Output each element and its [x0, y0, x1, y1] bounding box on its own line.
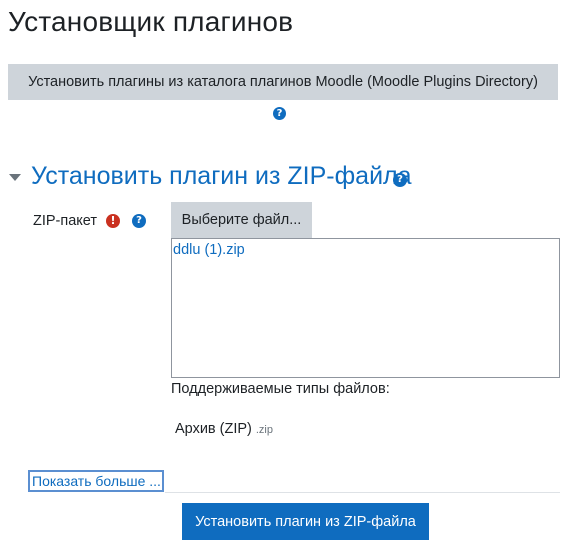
exclamation-circle-icon: ! — [106, 214, 120, 228]
choose-file-label: Выберите файл... — [181, 212, 302, 228]
accepted-type-name: Архив (ZIP) — [175, 421, 252, 437]
section-title-zip[interactable]: Установить плагин из ZIP-файла — [31, 162, 412, 191]
divider — [165, 492, 560, 493]
zip-package-label: ZIP-пакет — [33, 213, 98, 229]
file-drop-area[interactable] — [171, 238, 560, 378]
install-zip-submit-button[interactable]: Установить плагин из ZIP-файла — [182, 503, 429, 540]
choose-file-button[interactable]: Выберите файл... — [171, 202, 312, 238]
question-circle-icon[interactable]: ? — [393, 173, 407, 187]
accepted-types-label: Поддерживаемые типы файлов: — [171, 381, 390, 397]
accepted-type-extension: .zip — [255, 424, 273, 436]
page-title: Установщик плагинов — [8, 6, 294, 37]
question-circle-icon[interactable]: ? — [132, 214, 146, 228]
install-from-directory-label: Установить плагины из каталога плагинов … — [28, 74, 538, 90]
install-from-directory-button[interactable]: Установить плагины из каталога плагинов … — [8, 64, 558, 100]
show-more-link[interactable]: Показать больше ... — [28, 470, 164, 492]
question-circle-icon[interactable]: ? — [273, 107, 286, 120]
install-zip-submit-label: Установить плагин из ZIP-файла — [195, 513, 416, 530]
caret-down-icon[interactable] — [9, 174, 21, 181]
accepted-type-item: Архив (ZIP) .zip — [175, 421, 273, 437]
selected-file-link[interactable]: ddlu (1).zip — [173, 242, 245, 258]
